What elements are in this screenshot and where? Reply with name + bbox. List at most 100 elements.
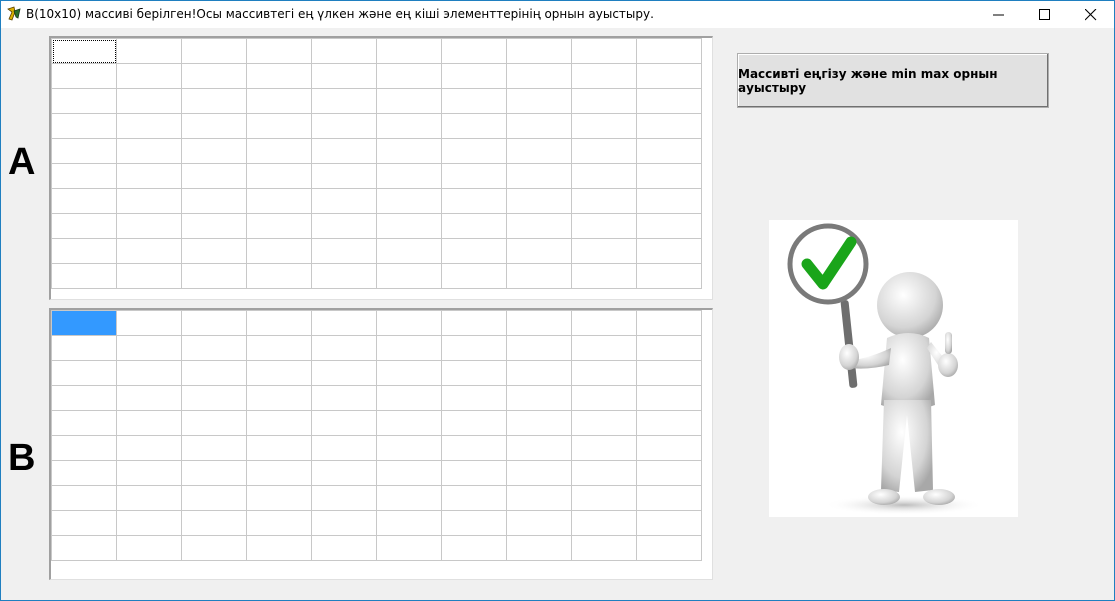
- grid-cell[interactable]: [246, 335, 312, 361]
- grid-cell[interactable]: [116, 263, 182, 289]
- grid-cell[interactable]: [506, 213, 572, 239]
- grid-cell[interactable]: [51, 263, 117, 289]
- grid-cell[interactable]: [246, 485, 312, 511]
- grid-cell[interactable]: [116, 63, 182, 89]
- grid-cell[interactable]: [51, 510, 117, 536]
- grid-cell[interactable]: [246, 510, 312, 536]
- grid-cell[interactable]: [311, 385, 377, 411]
- grid-cell[interactable]: [181, 335, 247, 361]
- grid-cell[interactable]: [376, 188, 442, 214]
- grid-cell[interactable]: [246, 385, 312, 411]
- grid-cell[interactable]: [311, 335, 377, 361]
- grid-cell[interactable]: [51, 188, 117, 214]
- grid-cell[interactable]: [571, 113, 637, 139]
- grid-cell[interactable]: [506, 360, 572, 386]
- grid-cell[interactable]: [181, 138, 247, 164]
- grid-cell[interactable]: [181, 188, 247, 214]
- grid-cell[interactable]: [376, 410, 442, 436]
- grid-cell[interactable]: [311, 63, 377, 89]
- grid-cell[interactable]: [116, 360, 182, 386]
- grid-cell[interactable]: [441, 63, 507, 89]
- grid-cell[interactable]: [116, 163, 182, 189]
- grid-cell[interactable]: [376, 38, 442, 64]
- grid-cell[interactable]: [246, 188, 312, 214]
- grid-cell[interactable]: [571, 310, 637, 336]
- grid-cell[interactable]: [376, 385, 442, 411]
- grid-cell[interactable]: [51, 385, 117, 411]
- grid-cell[interactable]: [376, 213, 442, 239]
- grid-cell[interactable]: [181, 113, 247, 139]
- grid-cell[interactable]: [311, 88, 377, 114]
- grid-cell[interactable]: [246, 435, 312, 461]
- grid-cell[interactable]: [441, 435, 507, 461]
- grid-cell[interactable]: [506, 88, 572, 114]
- grid-cell[interactable]: [246, 213, 312, 239]
- grid-cell[interactable]: [376, 88, 442, 114]
- grid-cell[interactable]: [376, 485, 442, 511]
- grid-cell[interactable]: [181, 460, 247, 486]
- grid-b-table[interactable]: [51, 310, 702, 561]
- grid-cell[interactable]: [311, 38, 377, 64]
- grid-cell[interactable]: [441, 263, 507, 289]
- grid-cell[interactable]: [311, 113, 377, 139]
- grid-cell[interactable]: [571, 460, 637, 486]
- grid-cell[interactable]: [181, 485, 247, 511]
- grid-cell[interactable]: [376, 510, 442, 536]
- grid-cell[interactable]: [51, 88, 117, 114]
- grid-cell[interactable]: [116, 188, 182, 214]
- grid-cell[interactable]: [571, 63, 637, 89]
- grid-cell[interactable]: [116, 535, 182, 561]
- grid-cell[interactable]: [571, 485, 637, 511]
- grid-cell[interactable]: [506, 63, 572, 89]
- grid-cell[interactable]: [246, 263, 312, 289]
- grid-cell[interactable]: [506, 113, 572, 139]
- grid-cell[interactable]: [571, 410, 637, 436]
- grid-cell[interactable]: [311, 510, 377, 536]
- grid-cell[interactable]: [636, 360, 702, 386]
- grid-cell[interactable]: [571, 385, 637, 411]
- grid-cell[interactable]: [246, 163, 312, 189]
- grid-cell[interactable]: [311, 410, 377, 436]
- grid-cell[interactable]: [246, 238, 312, 264]
- grid-cell[interactable]: [571, 360, 637, 386]
- grid-cell[interactable]: [116, 38, 182, 64]
- grid-cell[interactable]: [636, 113, 702, 139]
- grid-cell[interactable]: [116, 510, 182, 536]
- grid-cell[interactable]: [441, 238, 507, 264]
- grid-cell[interactable]: [51, 535, 117, 561]
- minimize-button[interactable]: [976, 1, 1022, 28]
- grid-cell[interactable]: [441, 213, 507, 239]
- grid-cell[interactable]: [506, 238, 572, 264]
- grid-cell[interactable]: [441, 485, 507, 511]
- grid-cell[interactable]: [636, 435, 702, 461]
- grid-cell[interactable]: [376, 138, 442, 164]
- grid-cell[interactable]: [506, 163, 572, 189]
- grid-cell[interactable]: [441, 88, 507, 114]
- grid-cell[interactable]: [636, 485, 702, 511]
- grid-cell[interactable]: [571, 435, 637, 461]
- grid-cell[interactable]: [506, 410, 572, 436]
- grid-cell[interactable]: [246, 88, 312, 114]
- grid-cell[interactable]: [181, 163, 247, 189]
- grid-cell[interactable]: [311, 213, 377, 239]
- grid-cell[interactable]: [571, 38, 637, 64]
- grid-cell[interactable]: [636, 385, 702, 411]
- grid-cell[interactable]: [181, 385, 247, 411]
- grid-cell[interactable]: [116, 213, 182, 239]
- grid-cell[interactable]: [376, 360, 442, 386]
- grid-cell[interactable]: [571, 188, 637, 214]
- grid-cell[interactable]: [181, 88, 247, 114]
- grid-cell[interactable]: [636, 460, 702, 486]
- grid-cell[interactable]: [506, 38, 572, 64]
- grid-cell[interactable]: [506, 485, 572, 511]
- grid-cell[interactable]: [246, 535, 312, 561]
- close-button[interactable]: [1068, 1, 1114, 28]
- grid-cell[interactable]: [311, 460, 377, 486]
- grid-cell[interactable]: [441, 38, 507, 64]
- grid-cell[interactable]: [506, 310, 572, 336]
- grid-cell[interactable]: [441, 410, 507, 436]
- grid-cell[interactable]: [51, 435, 117, 461]
- grid-cell[interactable]: [636, 88, 702, 114]
- grid-cell[interactable]: [116, 113, 182, 139]
- grid-cell[interactable]: [51, 238, 117, 264]
